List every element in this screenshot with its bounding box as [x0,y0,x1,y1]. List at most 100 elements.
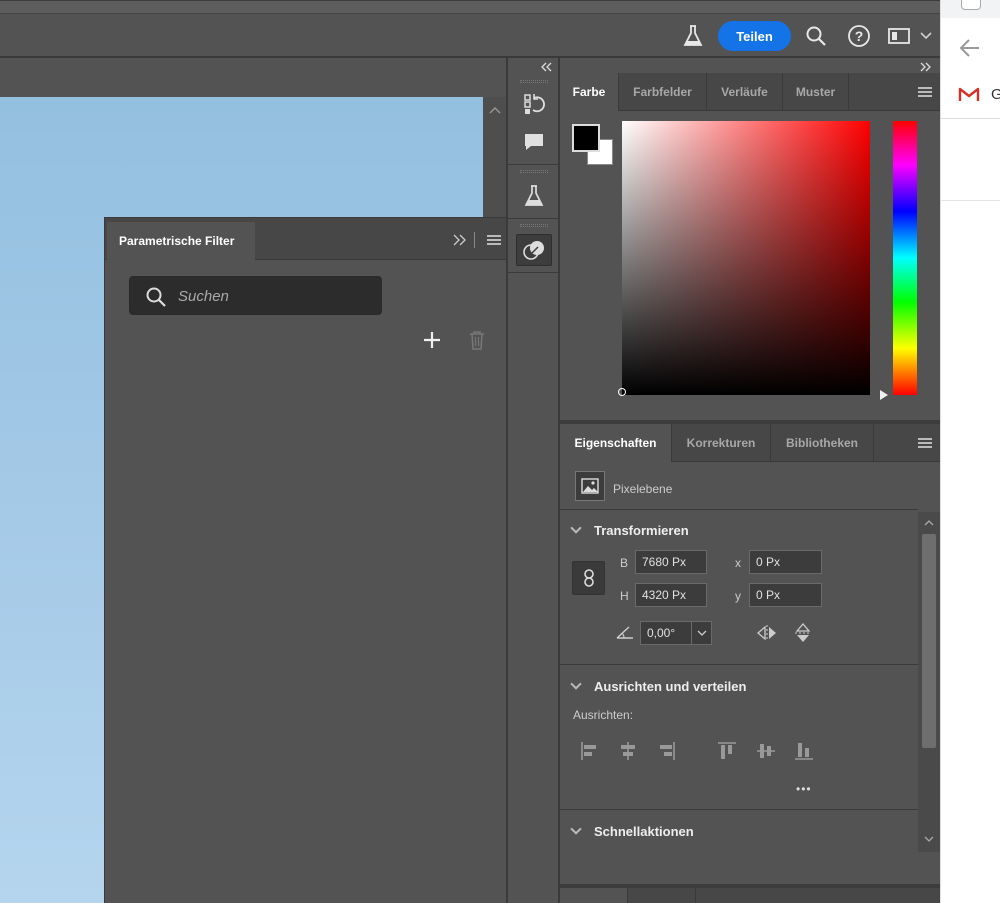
color-picker-field[interactable] [622,121,870,395]
tab-verlaeufe[interactable]: Verläufe [707,73,783,111]
top-strip [0,1,940,14]
x-field[interactable]: 0 Px [749,550,822,574]
panel-dock [506,58,560,903]
angle-icon [616,626,633,639]
align-vertical-center-icon[interactable] [756,741,776,761]
transform-section-header[interactable]: Transformieren [560,515,689,545]
back-arrow-icon[interactable] [959,38,981,58]
filter-search-field[interactable] [129,276,382,315]
properties-scrollbar[interactable] [918,512,940,852]
tab-farbe[interactable]: Farbe [560,73,619,111]
divider [941,200,1000,201]
y-label: y [735,589,741,603]
collapse-right-icon[interactable] [920,62,932,72]
chevron-down-icon [570,678,582,690]
align-section-header[interactable]: Ausrichten und verteilen [560,671,746,701]
gmail-label[interactable]: G [991,86,1000,103]
share-button[interactable]: Teilen [718,21,791,51]
tab-korrekturen[interactable]: Korrekturen [672,424,771,462]
align-heading: Ausrichten und verteilen [594,678,747,694]
panel-menu-icon[interactable] [918,438,932,448]
flip-vertical-icon[interactable] [794,622,812,644]
dock-grip[interactable] [520,80,548,83]
scroll-up-icon[interactable] [924,520,934,526]
collapse-icon[interactable] [453,234,467,246]
divider [560,509,918,510]
chevron-down-icon[interactable] [916,23,936,49]
layers-panel-tabbar [560,888,940,903]
quick-actions-heading: Schnellaktionen [594,823,694,839]
link-dimensions-button[interactable] [572,561,605,595]
gmail-icon[interactable] [958,86,980,102]
align-bottom-icon[interactable] [794,741,814,761]
flask-icon[interactable] [516,180,552,212]
angle-value: 0,00° [647,626,676,640]
dock-grip[interactable] [520,224,548,227]
search-input[interactable] [178,285,368,307]
right-panel-column: Farbe Farbfelder Verläufe Muster Eigensc… [560,58,940,903]
document-tab-row [0,58,506,98]
tab-parametric-filters[interactable]: Parametrische Filter [107,222,255,260]
divider [560,664,918,665]
angle-field[interactable]: 0,00° [640,621,712,645]
transform-heading: Transformieren [594,522,689,538]
color-picker-handle[interactable] [618,388,626,396]
chevron-down-icon [570,823,582,835]
panel-header: Parametrische Filter [105,218,507,260]
y-field[interactable]: 0 Px [749,583,822,607]
scroll-up-icon[interactable] [489,106,501,114]
history-icon[interactable] [516,88,552,120]
dock-divider [508,272,558,273]
scrollbar-thumb[interactable] [922,534,936,748]
hue-slider[interactable] [893,121,917,395]
layer-type-label: Pixelebene [613,482,673,496]
tab-farbfelder[interactable]: Farbfelder [619,73,707,111]
app-top-bar: Teilen ? [0,0,940,58]
browser-tab[interactable] [961,0,981,10]
flip-horizontal-icon[interactable] [756,624,778,642]
chevron-down-icon[interactable] [691,622,711,644]
tab-eigenschaften[interactable]: Eigenschaften [560,424,672,462]
search-icon [146,287,166,307]
tab-bibliotheken[interactable]: Bibliotheken [771,424,874,462]
dock-grip[interactable] [520,170,548,173]
chevron-down-icon [570,522,582,534]
quick-actions-section-header[interactable]: Schnellaktionen [560,816,694,846]
width-field[interactable]: 7680 Px [635,550,707,574]
hue-slider-handle[interactable] [878,389,890,401]
align-right-icon[interactable] [656,741,676,761]
dock-divider [508,218,558,219]
link-icon [583,569,594,587]
tab-partial[interactable] [560,888,628,903]
flask-icon[interactable] [680,23,706,49]
browser-side-strip: G [940,0,1000,903]
tab-partial[interactable] [628,888,696,903]
align-left-icon[interactable] [580,741,600,761]
workspace-icon[interactable] [886,23,912,49]
trash-icon[interactable] [467,329,487,351]
panel-menu-icon[interactable] [487,235,501,245]
scroll-down-icon[interactable] [924,836,934,842]
height-field[interactable]: 4320 Px [635,583,707,607]
help-icon[interactable]: ? [846,23,872,49]
panel-menu-icon[interactable] [918,87,932,97]
parametric-filters-panel: Parametrische Filter [104,217,507,903]
width-label: B [620,556,629,570]
search-icon[interactable] [803,23,829,49]
x-label: x [735,556,741,570]
height-label: H [620,589,629,603]
foreground-color-swatch[interactable] [572,124,600,152]
align-top-icon[interactable] [717,741,737,761]
svg-text:?: ? [855,28,864,44]
browser-tab-strip [941,0,1000,18]
comment-icon[interactable] [516,126,552,158]
pixel-layer-icon [575,471,605,501]
more-options-button[interactable]: ••• [796,782,812,796]
parametric-filters-icon[interactable] [516,234,552,266]
align-horizontal-center-icon[interactable] [618,741,638,761]
collapse-left-icon[interactable] [540,62,552,72]
canvas-scrollbar[interactable] [483,97,506,217]
properties-panel-tabbar: Eigenschaften Korrekturen Bibliotheken [560,424,940,462]
add-icon[interactable] [422,330,442,350]
tab-muster[interactable]: Muster [783,73,849,111]
